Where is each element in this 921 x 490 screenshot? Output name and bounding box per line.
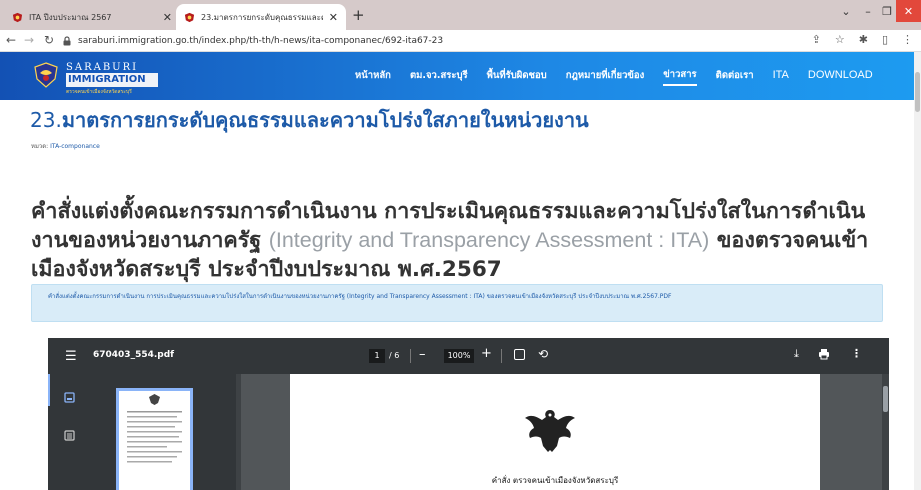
page-scrollbar[interactable] bbox=[914, 52, 921, 490]
pdf-page-thumbnail[interactable] bbox=[116, 388, 193, 490]
pdf-outline-icon[interactable] bbox=[64, 430, 75, 441]
address-bar[interactable]: saraburi.immigration.go.th/index.php/th-… bbox=[62, 32, 921, 50]
nav-item-area[interactable]: พื้นที่รับผิดชอบ bbox=[487, 68, 547, 85]
window-restore-button[interactable]: ❐ bbox=[878, 0, 896, 22]
pdf-page-total: / 6 bbox=[389, 351, 400, 360]
category-label: หมวด: bbox=[31, 143, 51, 150]
extensions-puzzle-icon[interactable]: ✱ bbox=[859, 33, 868, 46]
url-text: saraburi.immigration.go.th/index.php/th-… bbox=[78, 36, 444, 46]
pdf-fit-page-icon[interactable] bbox=[514, 349, 525, 360]
main-navigation: หน้าหลัก ตม.จว.สระบุรี พื้นที่รับผิดชอบ … bbox=[355, 52, 892, 100]
pdf-rotate-icon[interactable]: ⟲ bbox=[538, 347, 548, 361]
browser-tab-strip: ITA ปีงบประมาณ 2567 ✕ 23.มาตรการยกระดับค… bbox=[0, 0, 921, 30]
pdf-viewer: ☰ 670403_554.pdf 1 / 6 – 100% + ⟲ ⤓ ⋮ คำ… bbox=[48, 338, 889, 490]
tab-close-icon[interactable]: ✕ bbox=[163, 11, 172, 24]
logo-top-text: SARABURI bbox=[66, 62, 139, 73]
logo-main-text: IMMIGRATION bbox=[66, 73, 158, 87]
nav-item-laws[interactable]: กฎหมายที่เกี่ยวข้อง bbox=[566, 68, 645, 85]
nav-item-about[interactable]: ตม.จว.สระบุรี bbox=[410, 68, 468, 85]
page-title-text: มาตรการยกระดับคุณธรรมและความโปร่งใสภายใน… bbox=[61, 108, 589, 132]
page-scrollbar-thumb[interactable] bbox=[915, 72, 920, 112]
attachment-pdf-link[interactable]: คำสั่งแต่งตั้งคณะกรรมการดำเนินงาน การประ… bbox=[48, 293, 671, 300]
pdf-filename: 670403_554.pdf bbox=[93, 350, 175, 360]
pdf-page: คำสั่ง ตรวจคนเข้าเมืองจังหวัดสระบุรี bbox=[290, 374, 820, 490]
category-link[interactable]: ITA-componance bbox=[50, 143, 100, 150]
site-favicon-icon bbox=[184, 12, 195, 22]
browser-tab-ita-2567[interactable]: ITA ปีงบประมาณ 2567 ✕ bbox=[4, 4, 180, 30]
pdf-scrollbar-thumb[interactable] bbox=[883, 386, 888, 412]
pdf-zoom-input[interactable]: 100% bbox=[444, 349, 474, 363]
page-title-number: 23. bbox=[30, 108, 62, 132]
pdf-thumbnail-preview bbox=[127, 394, 182, 463]
site-header: SARABURI IMMIGRATION ตรวจคนเข้าเมืองจังห… bbox=[0, 52, 914, 100]
window-close-button[interactable]: ✕ bbox=[896, 0, 921, 22]
pdf-toolbar: ☰ 670403_554.pdf 1 / 6 – 100% + ⟲ ⤓ ⋮ bbox=[48, 338, 889, 374]
new-tab-button[interactable]: + bbox=[352, 6, 365, 24]
pdf-sidebar-scrollbar[interactable] bbox=[236, 374, 241, 490]
pdf-menu-icon[interactable]: ☰ bbox=[65, 349, 77, 364]
reload-icon[interactable]: ↻ bbox=[44, 33, 54, 47]
nav-item-contact[interactable]: ติดต่อเรา bbox=[716, 68, 754, 85]
pdf-page-heading: คำสั่ง ตรวจคนเข้าเมืองจังหวัดสระบุรี bbox=[491, 476, 619, 485]
pdf-zoom-in-button[interactable]: + bbox=[481, 346, 492, 361]
page-title: 23.มาตรการยกระดับคุณธรรมและความโปร่งใสภา… bbox=[30, 104, 589, 136]
nav-item-ita[interactable]: ITA bbox=[773, 69, 789, 83]
article-title: คำสั่งแต่งตั้งคณะกรรมการดำเนินงาน การประ… bbox=[31, 197, 891, 284]
browser-toolbar: ← → ↻ saraburi.immigration.go.th/index.p… bbox=[0, 30, 921, 52]
immigration-emblem-icon[interactable] bbox=[32, 61, 60, 89]
side-panel-icon[interactable]: ▯ bbox=[882, 33, 888, 46]
pdf-print-icon[interactable] bbox=[818, 348, 830, 360]
pdf-toolbar-divider bbox=[410, 349, 411, 363]
tab-close-icon[interactable]: ✕ bbox=[329, 11, 338, 24]
pdf-toolbar-divider bbox=[501, 349, 502, 363]
pdf-more-options-icon[interactable]: ⋮ bbox=[851, 347, 862, 360]
category-line: หมวด: ITA-componance bbox=[31, 141, 100, 151]
tab-search-chevron-icon[interactable]: ⌄ bbox=[836, 0, 856, 22]
pdf-sidebar bbox=[48, 374, 241, 490]
pdf-scrollbar[interactable] bbox=[882, 374, 889, 490]
browser-tab-article[interactable]: 23.มาตรการยกระดับคุณธรรมและความ ✕ bbox=[176, 4, 346, 30]
browser-menu-icon[interactable]: ⋮ bbox=[902, 33, 913, 46]
tab-title: ITA ปีงบประมาณ 2567 bbox=[29, 12, 112, 22]
share-icon[interactable]: ⇪ bbox=[812, 33, 821, 46]
nav-item-home[interactable]: หน้าหลัก bbox=[355, 68, 391, 85]
pdf-thumbnails-icon[interactable] bbox=[64, 392, 75, 403]
nav-item-download[interactable]: DOWNLOAD bbox=[808, 69, 873, 83]
article-title-english: (Integrity and Transparency Assessment :… bbox=[268, 228, 710, 252]
pdf-sidebar-active-indicator bbox=[48, 374, 50, 406]
pdf-page-input[interactable]: 1 bbox=[369, 349, 385, 363]
pdf-download-icon[interactable]: ⤓ bbox=[794, 347, 799, 361]
bookmark-star-icon[interactable]: ☆ bbox=[835, 33, 845, 46]
tab-title: 23.มาตรการยกระดับคุณธรรมและความ bbox=[201, 12, 323, 22]
window-minimize-button[interactable]: – bbox=[858, 0, 878, 22]
lock-icon bbox=[63, 36, 71, 46]
back-arrow-icon[interactable]: ← bbox=[6, 33, 16, 47]
nav-item-news[interactable]: ข่าวสาร bbox=[663, 67, 697, 86]
attachment-box: คำสั่งแต่งตั้งคณะกรรมการดำเนินงาน การประ… bbox=[31, 284, 883, 322]
pdf-zoom-out-button[interactable]: – bbox=[419, 347, 426, 362]
logo-subtitle: ตรวจคนเข้าเมืองจังหวัดสระบุรี bbox=[66, 89, 132, 95]
garuda-emblem-icon bbox=[525, 410, 575, 452]
forward-arrow-icon[interactable]: → bbox=[24, 33, 34, 47]
site-favicon-icon bbox=[12, 12, 23, 22]
